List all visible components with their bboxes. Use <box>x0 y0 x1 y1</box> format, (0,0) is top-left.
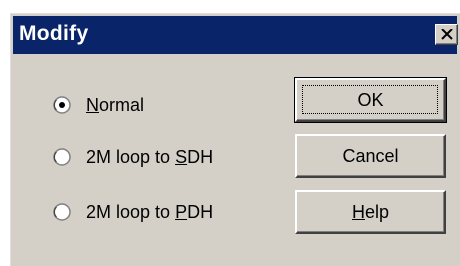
radio-unchecked-icon <box>53 203 71 221</box>
ok-button-label: OK <box>357 89 384 110</box>
radio-checked-icon <box>53 96 71 114</box>
radio-button-normal[interactable] <box>53 96 71 114</box>
cancel-button-label: Cancel <box>342 145 399 166</box>
cancel-button[interactable]: Cancel <box>295 134 446 178</box>
radio-option-normal[interactable]: Normal <box>53 92 144 118</box>
radio-option-2m-loop-pdh[interactable]: 2M loop to PDH <box>53 199 213 225</box>
modify-dialog: Modify Normal 2M loop to SDH 2M loop to … <box>10 13 460 266</box>
radio-label-2m-loop-pdh: 2M loop to PDH <box>86 201 214 222</box>
radio-label-2m-loop-sdh: 2M loop to SDH <box>86 146 214 167</box>
close-button[interactable] <box>435 24 458 45</box>
close-icon <box>441 29 453 40</box>
ok-button[interactable]: OK <box>294 77 447 123</box>
help-button-label: Help <box>351 201 390 222</box>
title-bar[interactable]: Modify <box>13 16 458 54</box>
dialog-title: Modify <box>19 22 89 45</box>
radio-button-2m-loop-pdh[interactable] <box>53 203 71 221</box>
help-button[interactable]: Help <box>295 190 446 234</box>
radio-option-2m-loop-sdh[interactable]: 2M loop to SDH <box>53 144 213 170</box>
radio-button-2m-loop-sdh[interactable] <box>53 148 71 166</box>
radio-label-normal: Normal <box>86 94 145 115</box>
radio-unchecked-icon <box>53 148 71 166</box>
